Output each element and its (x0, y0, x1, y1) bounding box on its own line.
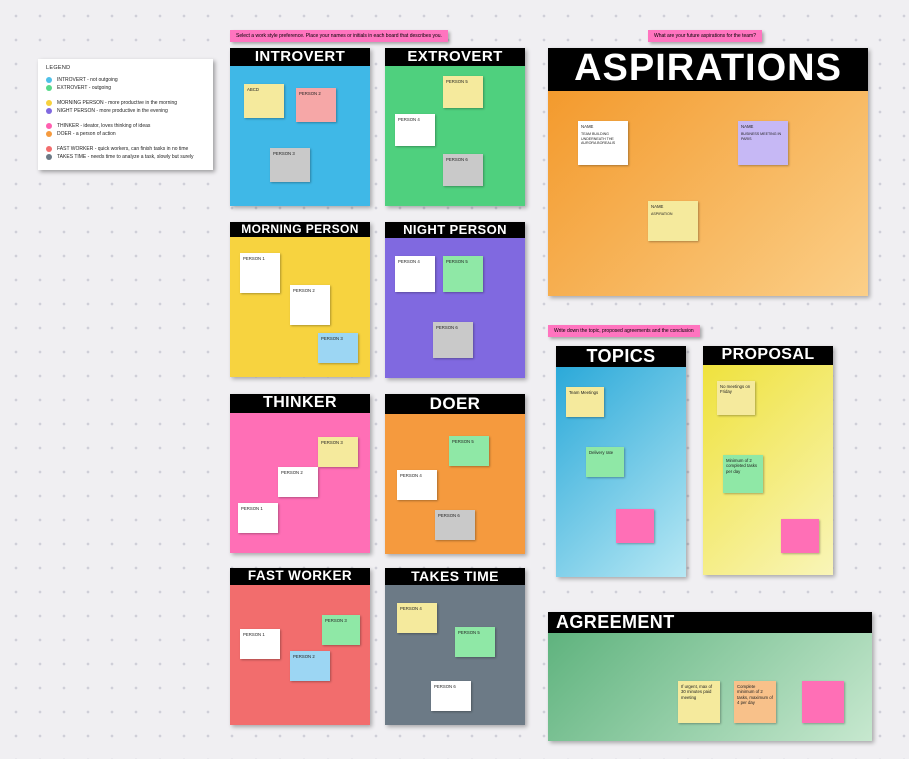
legend-title: LEGEND (46, 65, 205, 71)
sticky-note[interactable]: PERSON 2 (290, 285, 330, 325)
board-title: TAKES TIME (385, 568, 525, 585)
sticky-note-blank[interactable] (781, 519, 819, 553)
legend-text: EXTROVERT - outgoing (57, 85, 111, 91)
board-morning[interactable]: MORNING PERSON PERSON 1 PERSON 2 PERSON … (230, 222, 370, 377)
legend-text: INTROVERT - not outgoing (57, 77, 118, 83)
legend-dot-icon (46, 77, 52, 83)
sticky-note[interactable]: Team Meetings (566, 387, 604, 417)
board-introvert[interactable]: INTROVERT ABCD PERSON 2 PERSON 3 (230, 48, 370, 206)
sticky-note[interactable]: PERSON 1 (240, 629, 280, 659)
legend-dot-icon (46, 100, 52, 106)
board-takes-time[interactable]: TAKES TIME PERSON 4 PERSON 5 PERSON 6 (385, 568, 525, 725)
legend-row: FAST WORKER - quick workers, can finish … (46, 146, 205, 152)
board-title: NIGHT PERSON (385, 222, 525, 238)
banner-aspirations[interactable]: What are your future aspirations for the… (648, 30, 762, 42)
board-night[interactable]: NIGHT PERSON PERSON 4 PERSON 5 PERSON 6 (385, 222, 525, 378)
sticky-note[interactable]: PERSON 2 (296, 88, 336, 122)
board-title: PROPOSAL (703, 346, 833, 365)
legend-row: MORNING PERSON - more productive in the … (46, 100, 205, 106)
sticky-note[interactable]: Minimum of 2 completed tasks per day (723, 455, 763, 493)
legend-text: TAKES TIME - needs time to analyze a tas… (57, 154, 194, 160)
legend-text: FAST WORKER - quick workers, can finish … (57, 146, 188, 152)
sticky-note[interactable]: PERSON 1 (240, 253, 280, 293)
legend-row: TAKES TIME - needs time to analyze a tas… (46, 154, 205, 160)
sticky-note[interactable]: PERSON 6 (435, 510, 475, 540)
board-agreement[interactable]: AGREEMENT If urgent, max of 30 minutes p… (548, 612, 872, 741)
aspiration-card[interactable]: NAME BUSINESS MEETING IN PARIS (738, 121, 788, 165)
aspiration-card[interactable]: NAME ASPIRATION (648, 201, 698, 241)
board-title: FAST WORKER (230, 568, 370, 585)
legend-text: DOER - a person of action (57, 131, 116, 137)
sticky-note[interactable]: PERSON 6 (431, 681, 471, 711)
sticky-note[interactable]: PERSON 3 (270, 148, 310, 182)
aspiration-card[interactable]: NAME TEAM BUILDING UNDERNEATH THE AURORA… (578, 121, 628, 165)
sticky-note[interactable]: Complete minimum of 2 tasks, maximum of … (734, 681, 776, 723)
sticky-note[interactable]: PERSON 5 (449, 436, 489, 466)
legend-separator (46, 93, 205, 98)
legend-text: NIGHT PERSON - more productive in the ev… (57, 108, 168, 114)
sticky-note[interactable]: PERSON 4 (395, 256, 435, 292)
sticky-note[interactable]: PERSON 5 (443, 76, 483, 108)
board-aspirations[interactable]: ASPIRATIONS NAME TEAM BUILDING UNDERNEAT… (548, 48, 868, 296)
board-title: AGREEMENT (548, 612, 872, 633)
sticky-note[interactable]: PERSON 3 (322, 615, 360, 645)
sticky-note[interactable]: ABCD (244, 84, 284, 118)
legend-panel: LEGEND INTROVERT - not outgoing EXTROVER… (38, 59, 213, 170)
sticky-note[interactable]: PERSON 2 (290, 651, 330, 681)
board-title: EXTROVERT (385, 48, 525, 66)
sticky-note[interactable]: PERSON 3 (318, 333, 358, 363)
sticky-note[interactable]: PERSON 3 (318, 437, 358, 467)
sticky-note[interactable]: PERSON 4 (397, 603, 437, 633)
legend-dot-icon (46, 85, 52, 91)
legend-row: DOER - a person of action (46, 131, 205, 137)
aspiration-name: NAME (651, 204, 695, 209)
board-title: THINKER (230, 394, 370, 413)
board-title: MORNING PERSON (230, 222, 370, 237)
board-proposal[interactable]: PROPOSAL No meetings on Friday Minimum o… (703, 346, 833, 575)
legend-text: MORNING PERSON - more productive in the … (57, 100, 177, 106)
legend-separator (46, 139, 205, 144)
sticky-note[interactable]: PERSON 6 (443, 154, 483, 186)
sticky-note[interactable]: PERSON 6 (433, 322, 473, 358)
legend-dot-icon (46, 108, 52, 114)
sticky-note-blank[interactable] (802, 681, 844, 723)
sticky-note[interactable]: PERSON 2 (278, 467, 318, 497)
board-title: DOER (385, 394, 525, 414)
banner-workstyle[interactable]: Select a work style preference. Place yo… (230, 30, 448, 42)
sticky-note[interactable]: PERSON 5 (443, 256, 483, 292)
aspiration-body: BUSINESS MEETING IN PARIS (741, 132, 785, 141)
banner-agreements[interactable]: Write down the topic, proposed agreement… (548, 325, 700, 337)
aspiration-body: ASPIRATION (651, 212, 695, 216)
aspiration-body: TEAM BUILDING UNDERNEATH THE AURORA BORE… (581, 132, 625, 145)
sticky-note[interactable]: No meetings on Friday (717, 381, 755, 415)
aspiration-name: NAME (741, 124, 785, 129)
legend-separator (46, 116, 205, 121)
aspiration-name: NAME (581, 124, 625, 129)
sticky-note[interactable]: PERSON 4 (397, 470, 437, 500)
legend-text: THINKER - ideator, loves thinking of ide… (57, 123, 150, 129)
board-doer[interactable]: DOER PERSON 5 PERSON 4 PERSON 6 (385, 394, 525, 554)
board-extrovert[interactable]: EXTROVERT PERSON 5 PERSON 4 PERSON 6 (385, 48, 525, 206)
board-topics[interactable]: TOPICS Team Meetings Delivery rate (556, 346, 686, 577)
sticky-note[interactable]: PERSON 4 (395, 114, 435, 146)
legend-row: THINKER - ideator, loves thinking of ide… (46, 123, 205, 129)
board-thinker[interactable]: THINKER PERSON 3 PERSON 2 PERSON 1 (230, 394, 370, 553)
sticky-note[interactable]: If urgent, max of 30 minutes paid meetin… (678, 681, 720, 723)
sticky-note[interactable]: PERSON 5 (455, 627, 495, 657)
sticky-note-blank[interactable] (616, 509, 654, 543)
legend-row: INTROVERT - not outgoing (46, 77, 205, 83)
board-title: TOPICS (556, 346, 686, 367)
legend-row: EXTROVERT - outgoing (46, 85, 205, 91)
legend-dot-icon (46, 123, 52, 129)
legend-dot-icon (46, 131, 52, 137)
legend-dot-icon (46, 146, 52, 152)
board-fast-worker[interactable]: FAST WORKER PERSON 3 PERSON 1 PERSON 2 (230, 568, 370, 725)
sticky-note[interactable]: Delivery rate (586, 447, 624, 477)
board-title: INTROVERT (230, 48, 370, 66)
legend-row: NIGHT PERSON - more productive in the ev… (46, 108, 205, 114)
board-title: ASPIRATIONS (548, 48, 868, 91)
legend-dot-icon (46, 154, 52, 160)
sticky-note[interactable]: PERSON 1 (238, 503, 278, 533)
